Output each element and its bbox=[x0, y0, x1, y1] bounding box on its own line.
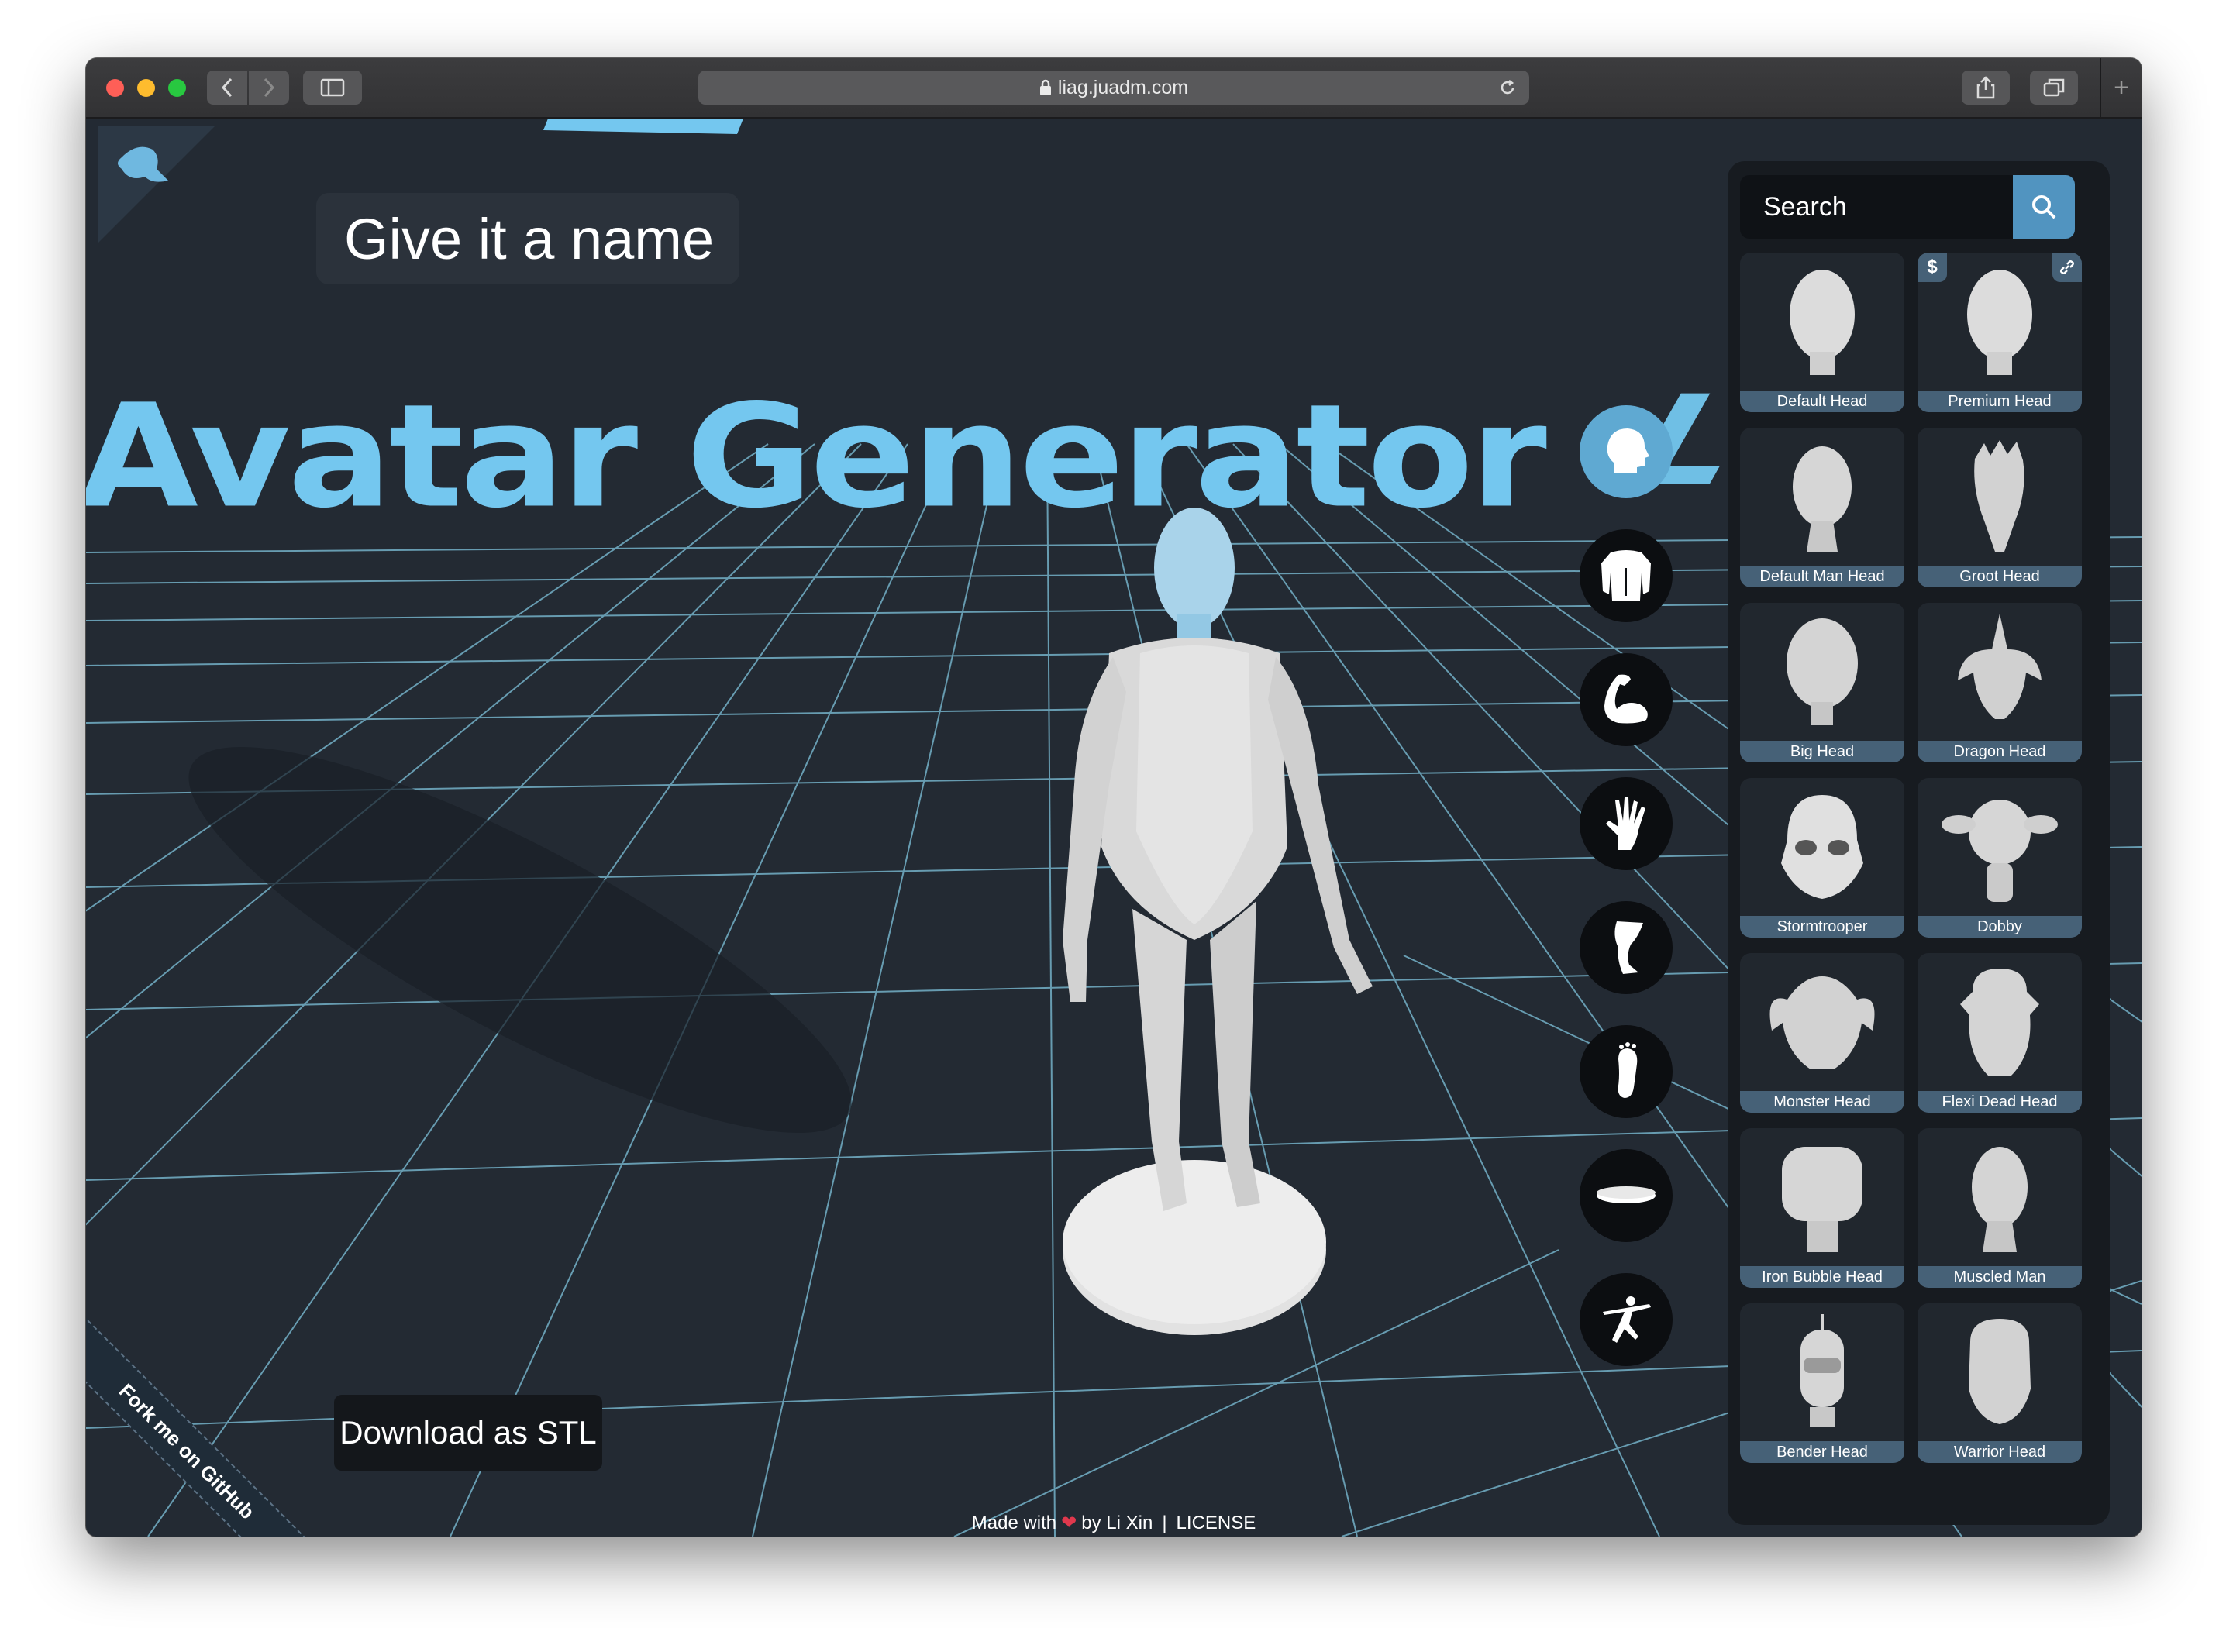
pose-icon bbox=[1603, 1296, 1651, 1343]
text-fragment-decor bbox=[543, 119, 743, 134]
item-label: Flexi Dead Head bbox=[1918, 1091, 2082, 1113]
url-text: liag.juadm.com bbox=[1057, 76, 1189, 98]
item-thumbnail bbox=[1740, 778, 1904, 917]
lock-icon bbox=[1039, 79, 1051, 95]
minimize-window-button[interactable] bbox=[137, 79, 155, 97]
item-thumbnail bbox=[1918, 603, 2082, 742]
category-head-button[interactable] bbox=[1580, 405, 1673, 498]
item-thumbnail bbox=[1740, 603, 1904, 742]
back-button[interactable] bbox=[207, 71, 247, 105]
3d-viewport[interactable]: Avatar Generator LiXin Give bbox=[86, 119, 2142, 1537]
item-card[interactable]: Dobby bbox=[1918, 778, 2082, 938]
item-label: Groot Head bbox=[1918, 566, 2082, 587]
logo-icon bbox=[98, 126, 215, 243]
premium-dollar-badge: $ bbox=[1918, 253, 1947, 282]
torso-icon bbox=[1601, 550, 1651, 601]
item-card[interactable]: Groot Head bbox=[1918, 428, 2082, 587]
item-thumbnail bbox=[1740, 253, 1904, 392]
item-card[interactable]: $ Premium Head bbox=[1918, 253, 2082, 412]
app-logo[interactable] bbox=[98, 126, 215, 243]
item-label: Warrior Head bbox=[1918, 1441, 2082, 1463]
avatar-name-input[interactable]: Give it a name bbox=[316, 193, 739, 284]
item-thumbnail bbox=[1918, 1303, 2082, 1443]
item-label: Dobby bbox=[1918, 916, 2082, 938]
item-card[interactable]: Monster Head bbox=[1740, 953, 1904, 1113]
share-button[interactable] bbox=[1962, 71, 2010, 105]
item-thumbnail bbox=[1918, 953, 2082, 1093]
item-card[interactable]: Warrior Head bbox=[1918, 1303, 2082, 1463]
tabs-icon bbox=[2043, 78, 2065, 97]
item-thumbnail bbox=[1740, 1128, 1904, 1268]
category-leg-button[interactable] bbox=[1580, 901, 1673, 994]
link-icon[interactable] bbox=[2052, 253, 2082, 282]
item-label: Default Man Head bbox=[1740, 566, 1904, 587]
item-card[interactable]: Bender Head bbox=[1740, 1303, 1904, 1463]
forward-button[interactable] bbox=[249, 71, 289, 105]
foot-icon bbox=[1618, 1042, 1638, 1098]
item-card[interactable]: Stormtrooper bbox=[1740, 778, 1904, 938]
search-icon bbox=[2032, 195, 2056, 219]
item-label: Premium Head bbox=[1918, 391, 2082, 412]
download-stl-button[interactable]: Download as STL bbox=[334, 1395, 602, 1471]
new-tab-button[interactable]: + bbox=[2100, 58, 2142, 117]
search-input[interactable]: Search bbox=[1740, 175, 2013, 239]
parts-panel: Search Default Head $ Premium Head Defau… bbox=[1728, 161, 2110, 1525]
item-thumbnail bbox=[1740, 428, 1904, 567]
browser-toolbar: liag.juadm.com + bbox=[86, 58, 2142, 119]
item-thumbnail bbox=[1740, 1303, 1904, 1443]
category-stand-button[interactable] bbox=[1580, 1149, 1673, 1242]
footer-author: by Li Xin bbox=[1081, 1513, 1153, 1533]
arm-icon bbox=[1604, 674, 1648, 724]
avatar-model[interactable] bbox=[954, 506, 1388, 1374]
search-button[interactable] bbox=[2013, 175, 2075, 239]
heart-icon: ❤ bbox=[1061, 1513, 1077, 1533]
plus-icon: + bbox=[2114, 72, 2129, 102]
sidebar-icon bbox=[320, 78, 345, 97]
chevron-left-icon bbox=[221, 77, 233, 98]
browser-window: liag.juadm.com + Avatar Generator Give i… bbox=[86, 58, 2142, 1537]
hand-icon bbox=[1606, 797, 1645, 850]
leg-icon bbox=[1614, 921, 1643, 974]
category-pose-button[interactable] bbox=[1580, 1273, 1673, 1366]
item-label: Monster Head bbox=[1740, 1091, 1904, 1113]
title-first-part: Av bbox=[86, 373, 291, 540]
item-label: Bender Head bbox=[1740, 1441, 1904, 1463]
tabs-overview-button[interactable] bbox=[2030, 71, 2078, 105]
item-card[interactable]: Default Head bbox=[1740, 253, 1904, 412]
category-torso-button[interactable] bbox=[1580, 529, 1673, 622]
item-thumbnail bbox=[1918, 778, 2082, 917]
category-arm-button[interactable] bbox=[1580, 653, 1673, 746]
item-card[interactable]: Muscled Man bbox=[1918, 1128, 2082, 1288]
item-label: Dragon Head bbox=[1918, 741, 2082, 762]
share-icon bbox=[1976, 76, 1995, 99]
item-card[interactable]: Dragon Head bbox=[1918, 603, 2082, 762]
item-label: Iron Bubble Head bbox=[1740, 1266, 1904, 1288]
stand-icon bbox=[1597, 1186, 1656, 1203]
item-card[interactable]: Big Head bbox=[1740, 603, 1904, 762]
footer-separator: | bbox=[1162, 1513, 1167, 1533]
item-thumbnail bbox=[1918, 1128, 2082, 1268]
category-foot-button[interactable] bbox=[1580, 1025, 1673, 1118]
chevron-right-icon bbox=[264, 77, 275, 98]
footer-made-with: Made with bbox=[971, 1513, 1057, 1533]
item-card[interactable]: Iron Bubble Head bbox=[1740, 1128, 1904, 1288]
item-card[interactable]: Default Man Head bbox=[1740, 428, 1904, 587]
sidebar-toggle-button[interactable] bbox=[303, 71, 362, 105]
reload-icon[interactable] bbox=[1498, 78, 1517, 97]
license-link[interactable]: LICENSE bbox=[1177, 1513, 1256, 1533]
item-label: Stormtrooper bbox=[1740, 916, 1904, 938]
zoom-window-button[interactable] bbox=[168, 79, 186, 97]
item-label: Muscled Man bbox=[1918, 1266, 2082, 1288]
close-window-button[interactable] bbox=[106, 79, 124, 97]
address-bar[interactable]: liag.juadm.com bbox=[698, 71, 1529, 105]
item-card[interactable]: Flexi Dead Head bbox=[1918, 953, 2082, 1113]
item-thumbnail bbox=[1918, 428, 2082, 567]
item-label: Big Head bbox=[1740, 741, 1904, 762]
head-icon bbox=[1607, 428, 1649, 473]
item-label: Default Head bbox=[1740, 391, 1904, 412]
category-hand-button[interactable] bbox=[1580, 777, 1673, 870]
item-thumbnail bbox=[1740, 953, 1904, 1093]
